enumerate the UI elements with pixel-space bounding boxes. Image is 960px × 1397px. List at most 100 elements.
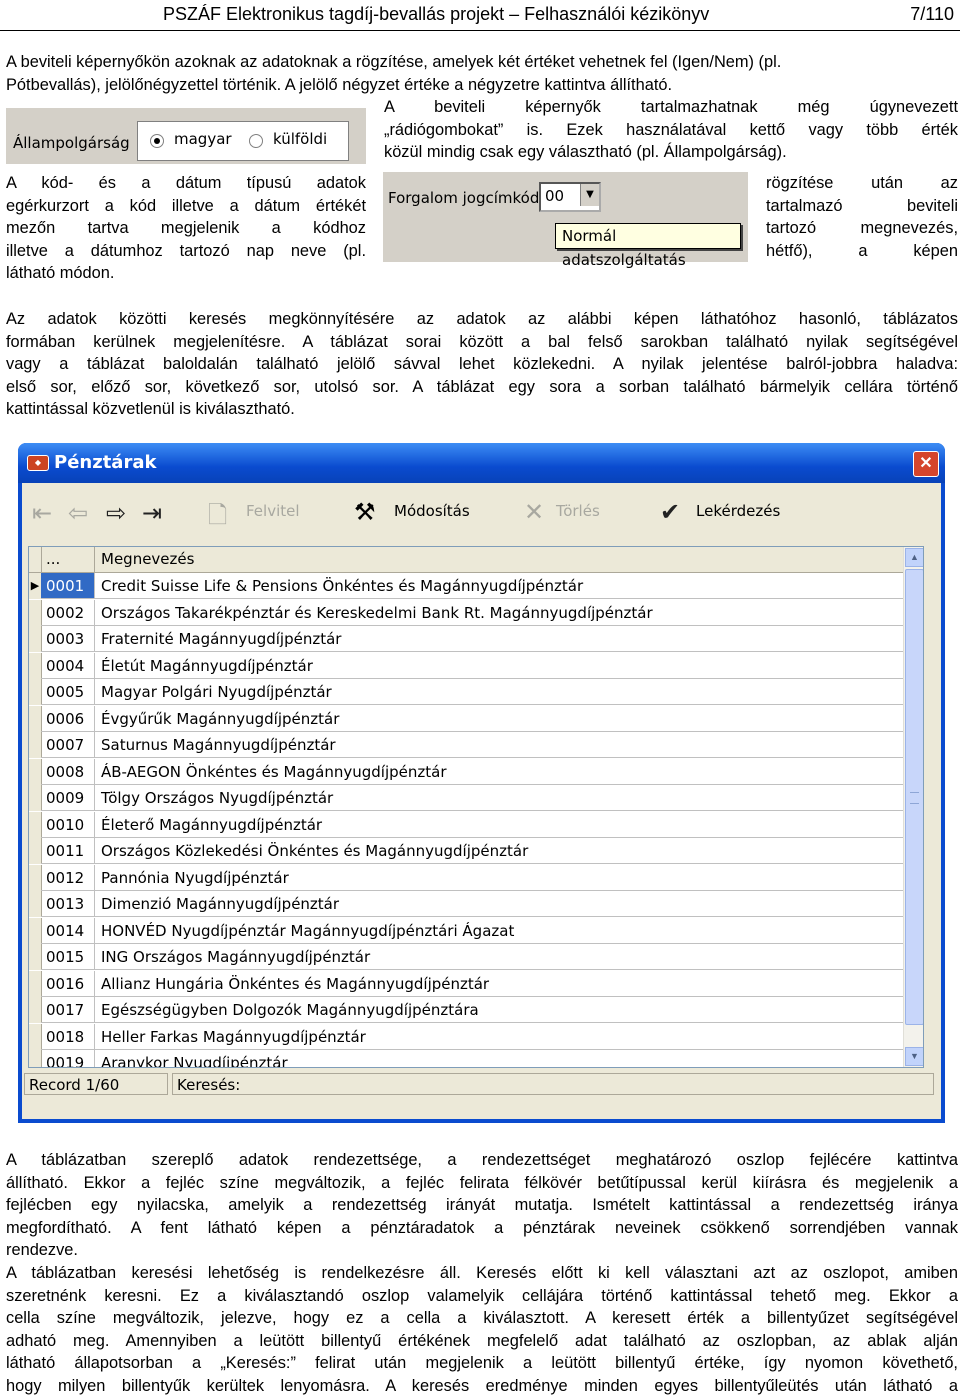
cell-code[interactable]: 0017 xyxy=(41,997,95,1023)
cell-name[interactable]: Tölgy Országos Nyugdíjpénztár xyxy=(95,785,903,811)
table-row[interactable]: 0019 Aranykor Nyugdíjpénztár xyxy=(29,1050,903,1067)
dropdown-arrow-icon[interactable]: ▼ xyxy=(580,184,599,206)
cell-name[interactable]: Allianz Hungária Önkéntes és Magánnyugdí… xyxy=(95,971,903,997)
new-button[interactable]: 🗋 Felvitel xyxy=(202,495,312,529)
text-line: mezőn tartva megjelenik a kódhoz xyxy=(6,219,366,237)
text-line: vagy a táblázat baloldalán található jel… xyxy=(6,355,958,373)
cell-name[interactable]: Országos Takarékpénztár és Kereskedelmi … xyxy=(95,600,903,626)
table-row[interactable]: 0008 ÁB-AEGON Önkéntes és Magánnyugdíjpén… xyxy=(29,758,903,786)
text-line: Pótbevallás), jelölőnégyzettel történik.… xyxy=(6,75,673,94)
text-line: egérkurzort a kód illetve a dátum értéké… xyxy=(6,196,366,215)
table-row[interactable]: 0012 Pannónia Nyugdíjpénztár xyxy=(29,864,903,892)
cell-name[interactable]: HONVÉD Nyugdíjpénztár Magánnyugdíjpénztá… xyxy=(95,918,903,944)
prev-record-icon[interactable]: ⇦ xyxy=(68,499,88,528)
table-row[interactable]: 0004 Életút Magánnyugdíjpénztár xyxy=(29,652,903,680)
text-line: állítható. Ekkor a fejléc színe megválto… xyxy=(6,1173,958,1192)
window-title: Pénztárak xyxy=(54,452,157,473)
cell-name[interactable]: Aranykor Nyugdíjpénztár xyxy=(95,1050,903,1067)
table-row[interactable]: 0016 Allianz Hungária Önkéntes és Magánny… xyxy=(29,970,903,998)
cell-name[interactable]: Évgyűrűk Magánnyugdíjpénztár xyxy=(95,706,903,732)
cell-code[interactable]: 0016 xyxy=(41,970,95,997)
cell-name[interactable]: Dimenzió Magánnyugdíjpénztár xyxy=(95,891,903,917)
scroll-down-icon[interactable]: ▼ xyxy=(905,1047,923,1066)
table-row[interactable]: 0011 Országos Közlekedési Önkéntes és Mag… xyxy=(29,838,903,865)
next-record-icon[interactable]: ⇨ xyxy=(106,499,126,528)
cell-code[interactable]: 0010 xyxy=(41,811,95,838)
cell-code[interactable]: 0015 xyxy=(41,944,95,970)
scroll-thumb[interactable] xyxy=(905,569,923,1025)
cell-code[interactable]: 0007 xyxy=(41,732,95,758)
text-line: rendezve. xyxy=(6,1241,78,1259)
table-row[interactable]: 0014 HONVÉD Nyugdíjpénztár Magánnyugdíjpé… xyxy=(29,917,903,945)
cell-name[interactable]: Életerő Magánnyugdíjpénztár xyxy=(95,812,903,838)
delete-button[interactable]: ✕ Törlés xyxy=(518,495,618,529)
text-line: fejlécben egy nyilacska, amelyik a rende… xyxy=(6,1196,958,1214)
cell-name[interactable]: Saturnus Magánnyugdíjpénztár xyxy=(95,732,903,758)
radio-group-label: Állampolgárság xyxy=(13,134,130,152)
text-line: szeretnénk keresni. Ez a kiválasztandó o… xyxy=(6,1286,958,1305)
table-row[interactable]: 0018 Heller Farkas Magánnyugdíjpénztár xyxy=(29,1023,903,1051)
table-row[interactable]: 0007 Saturnus Magánnyugdíjpénztár xyxy=(29,732,903,759)
radio-kulfoldi[interactable] xyxy=(249,134,263,148)
table-row[interactable]: 0015 ING Országos Magánnyugdíjpénztár xyxy=(29,944,903,971)
cell-name[interactable]: Fraternité Magánnyugdíjpénztár xyxy=(95,626,903,652)
radio-magyar[interactable] xyxy=(150,134,164,148)
table-row[interactable]: 0005 Magyar Polgári Nyugdíjpénztár xyxy=(29,679,903,706)
cell-name[interactable]: Egészségügyben Dolgozók Magánnyugdíjpénz… xyxy=(95,997,903,1023)
cell-code[interactable]: 0006 xyxy=(41,705,95,732)
cell-code[interactable]: 0001 xyxy=(41,573,95,599)
cell-code[interactable]: 0018 xyxy=(41,1023,95,1050)
cell-code[interactable]: 0011 xyxy=(41,838,95,864)
text-line: látható állapotsorban a „Keresés:” felir… xyxy=(6,1354,958,1372)
table-row[interactable]: 0006 Évgyűrűk Magánnyugdíjpénztár xyxy=(29,705,903,733)
cell-code[interactable]: 0009 xyxy=(41,785,95,811)
cell-name[interactable]: ING Országos Magánnyugdíjpénztár xyxy=(95,944,903,970)
last-record-icon[interactable]: ⇥ xyxy=(142,499,162,528)
cell-code[interactable]: 0003 xyxy=(41,626,95,652)
text-line: közül mindig csak egy választható (pl. Á… xyxy=(384,143,787,161)
search-status: Keresés: xyxy=(172,1073,934,1095)
cell-name[interactable]: Credit Suisse Life & Pensions Önkéntes é… xyxy=(95,573,903,599)
table-row[interactable]: 0017 Egészségügyben Dolgozók Magánnyugdíj… xyxy=(29,997,903,1024)
combo-label: Forgalom jogcímkód xyxy=(388,189,540,207)
vertical-scrollbar[interactable]: ▲ ▼ xyxy=(903,547,923,1067)
text-line: A táblázatban szereplő adatok rendezetts… xyxy=(6,1151,958,1169)
scroll-up-icon[interactable]: ▲ xyxy=(905,548,923,567)
cell-code[interactable]: 0014 xyxy=(41,917,95,944)
code-combobox[interactable]: 00 ▼ xyxy=(539,182,601,212)
x-icon: ✕ xyxy=(524,498,545,526)
text-line: formában kerülnek megjelenítésre. A tábl… xyxy=(6,332,958,351)
cell-code[interactable]: 0019 xyxy=(41,1050,95,1067)
paragraph-table-intro: Az adatok közötti keresés megkönnyítésér… xyxy=(6,308,958,421)
table-row[interactable]: 0002 Országos Takarékpénztár és Kereskede… xyxy=(29,599,903,627)
table-row[interactable]: 0010 Életerő Magánnyugdíjpénztár xyxy=(29,811,903,839)
cell-code[interactable]: 0005 xyxy=(41,679,95,705)
table-row[interactable]: 0013 Dimenzió Magánnyugdíjpénztár xyxy=(29,891,903,918)
query-button[interactable]: ✔ Lekérdezés xyxy=(654,495,794,529)
combo-value: 00 xyxy=(545,187,565,205)
cell-code[interactable]: 0008 xyxy=(41,758,95,785)
window-titlebar[interactable]: ◆ Pénztárak ✕ xyxy=(18,443,945,483)
header-name[interactable]: Megnevezés xyxy=(95,547,895,572)
header-code[interactable]: ... xyxy=(41,547,95,572)
text-line: „rádiógombokat” is. Ezek használatával k… xyxy=(384,120,958,139)
radio-kulfoldi-label: külföldi xyxy=(273,130,328,148)
check-icon: ✔ xyxy=(660,498,681,526)
cell-code[interactable]: 0004 xyxy=(41,652,95,679)
cell-name[interactable]: Életút Magánnyugdíjpénztár xyxy=(95,653,903,679)
cell-name[interactable]: Országos Közlekedési Önkéntes és Magánny… xyxy=(95,838,903,864)
cell-name[interactable]: Magyar Polgári Nyugdíjpénztár xyxy=(95,679,903,705)
first-record-icon[interactable]: ⇤ xyxy=(32,499,52,528)
cell-name[interactable]: Heller Farkas Magánnyugdíjpénztár xyxy=(95,1024,903,1050)
cell-name[interactable]: Pannónia Nyugdíjpénztár xyxy=(95,865,903,891)
table-row[interactable]: 0009 Tölgy Országos Nyugdíjpénztár xyxy=(29,785,903,812)
cell-code[interactable]: 0013 xyxy=(41,891,95,917)
paragraph-code-left: A kód- és a dátum típusú adatok egérkurz… xyxy=(6,172,366,285)
close-button[interactable]: ✕ xyxy=(913,451,939,477)
cell-code[interactable]: 0012 xyxy=(41,864,95,891)
cell-code[interactable]: 0002 xyxy=(41,599,95,626)
table-row[interactable]: 0003 Fraternité Magánnyugdíjpénztár xyxy=(29,626,903,653)
table-row[interactable]: ▶ 0001 Credit Suisse Life & Pensions Önkén… xyxy=(29,573,903,600)
cell-name[interactable]: ÁB-AEGON Önkéntes és Magánnyugdíjpénztár xyxy=(95,759,903,785)
edit-button[interactable]: ⚒ Módosítás xyxy=(348,495,478,529)
